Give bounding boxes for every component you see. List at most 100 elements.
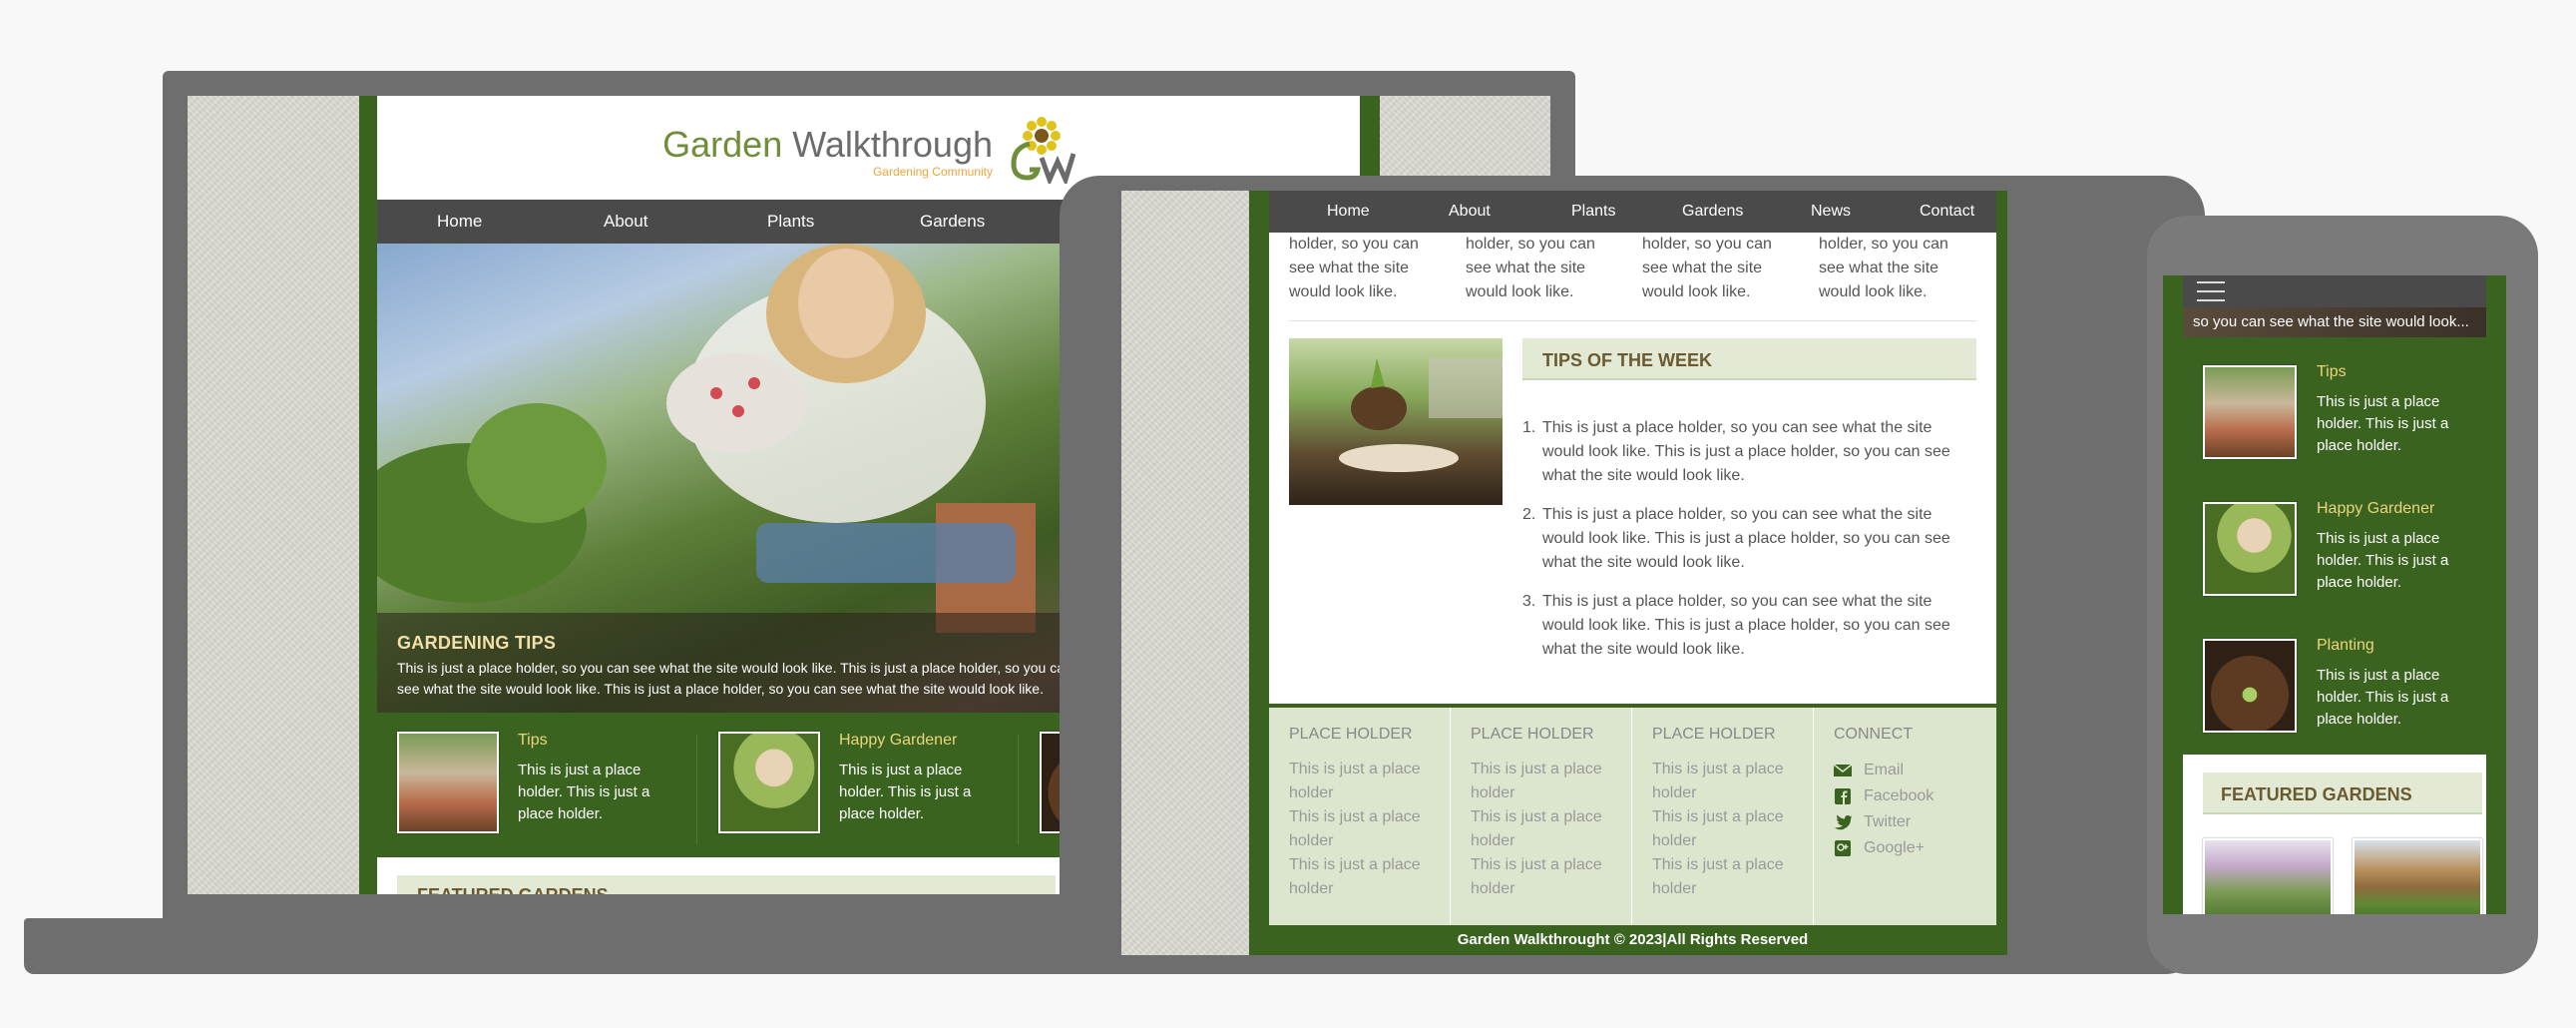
feature-text: This is just a place holder. This is jus…: [2317, 530, 2449, 591]
nav-about[interactable]: About: [604, 212, 647, 232]
featured-gardens-heading-bar: FEATURED GARDENS: [2203, 772, 2482, 814]
footer-heading: PLACE HOLDER: [1471, 726, 1594, 743]
google-plus-icon: [1835, 840, 1851, 856]
featured-gardens-heading-bar: FEATURED GARDENS: [397, 875, 1056, 894]
feature-thumbnail: [2203, 365, 2297, 459]
nav-about[interactable]: About: [1449, 203, 1491, 221]
connect-label: Facebook: [1864, 787, 1934, 804]
tablet-viewport: Home About Plants Gardens News Contact h…: [1121, 191, 2007, 955]
title-word-garden: Garden: [662, 124, 783, 165]
tips-list-item: 3. This is just a place holder, so you c…: [1522, 590, 1976, 662]
tips-list-item: 2. This is just a place holder, so you c…: [1522, 503, 1976, 575]
feature-thumbnail: [2203, 502, 2297, 596]
tips-list-item: 1. This is just a place holder, so you c…: [1522, 416, 1976, 488]
nav-plants[interactable]: Plants: [1571, 203, 1615, 221]
connect-email[interactable]: Email: [1834, 758, 1975, 783]
footer-link[interactable]: This is just a place holder: [1289, 805, 1430, 853]
feature-thumbnail: [2203, 639, 2297, 733]
featured-gardens-heading: FEATURED GARDENS: [417, 885, 609, 894]
featured-gardens-heading: FEATURED GARDENS: [2221, 784, 2412, 804]
nav-gardens[interactable]: Gardens: [1682, 203, 1743, 221]
feature-title[interactable]: Happy Gardener: [2317, 500, 2434, 518]
footer-link[interactable]: This is just a place holder: [1471, 758, 1611, 805]
connect-google-plus[interactable]: Google+: [1834, 835, 1975, 861]
connect-label: Email: [1864, 762, 1905, 778]
tip-text: This is just a place holder, so you can …: [1542, 419, 1950, 484]
column-text: holder, so you can see what the site wou…: [1819, 236, 1948, 300]
tips-of-the-week-heading-bar: TIPS OF THE WEEK: [1522, 338, 1976, 380]
nav-home[interactable]: Home: [1327, 203, 1370, 221]
copyright-text: Garden Walkthrought © 2023|All Rights Re…: [1457, 931, 1809, 948]
tip-text: This is just a place holder, so you can …: [1542, 593, 1950, 658]
tip-number: 2.: [1522, 506, 1536, 523]
connect-label: Google+: [1864, 839, 1925, 856]
hero-caption-strip: so you can see what the site would look.…: [2183, 307, 2486, 337]
feature-title[interactable]: Planting: [2317, 637, 2374, 655]
feature-card-tips[interactable]: Tips This is just a place holder. This i…: [2183, 363, 2486, 483]
connect-facebook[interactable]: Facebook: [1834, 783, 1975, 809]
feature-text: This is just a place holder. This is jus…: [2317, 393, 2449, 454]
site-tagline: Gardening Community: [872, 165, 993, 179]
footer-heading: PLACE HOLDER: [1652, 726, 1776, 743]
footer-column: PLACE HOLDER This is just a place holder…: [1269, 708, 1451, 925]
tablet-nav-bar: Home About Plants Gardens News Contact: [1269, 191, 1996, 233]
feature-card-tips[interactable]: Tips This is just a place holder. This i…: [377, 720, 696, 839]
featured-garden-image[interactable]: [2353, 838, 2482, 914]
site-title[interactable]: Garden Walkthrough: [662, 124, 993, 166]
tips-list: 1. This is just a place holder, so you c…: [1522, 416, 1976, 677]
footer-heading: CONNECT: [1834, 726, 1914, 743]
column-text: holder, so you can see what the site wou…: [1466, 236, 1595, 300]
feature-title[interactable]: Tips: [518, 732, 548, 750]
column-text: holder, so you can see what the site wou…: [1289, 236, 1419, 300]
tablet-content: holder, so you can see what the site wou…: [1269, 233, 1996, 704]
feature-divider: [696, 735, 697, 844]
envelope-icon: [1834, 764, 1852, 776]
nav-plants[interactable]: Plants: [767, 212, 814, 232]
hero-caption-text: This is just a place holder, so you can …: [397, 660, 1073, 697]
footer-link[interactable]: This is just a place holder: [1471, 853, 1611, 901]
phone-viewport: so you can see what the site would look.…: [2163, 275, 2506, 914]
planting-illustration: [1339, 358, 1503, 472]
feature-text: This is just a place holder. This is jus…: [518, 762, 650, 822]
footer-link[interactable]: This is just a place holder: [1652, 758, 1793, 805]
tablet-footer: PLACE HOLDER This is just a place holder…: [1269, 708, 1996, 925]
nav-contact[interactable]: Contact: [1920, 203, 1974, 221]
facebook-icon: [1835, 788, 1851, 804]
connect-twitter[interactable]: Twitter: [1834, 809, 1975, 835]
feature-text: This is just a place holder. This is jus…: [2317, 667, 2449, 728]
nav-gardens[interactable]: Gardens: [920, 212, 985, 232]
tip-number: 1.: [1522, 419, 1536, 436]
feature-text: This is just a place holder. This is jus…: [839, 762, 972, 822]
footer-heading: PLACE HOLDER: [1289, 726, 1413, 743]
hamburger-menu-icon[interactable]: [2197, 281, 2225, 301]
feature-title[interactable]: Tips: [2317, 363, 2347, 381]
nav-home[interactable]: Home: [437, 212, 482, 232]
feature-card-happy-gardener[interactable]: Happy Gardener This is just a place hold…: [2183, 500, 2486, 620]
feature-title[interactable]: Happy Gardener: [839, 732, 957, 750]
feature-card-planting[interactable]: Planting This is just a place holder. Th…: [2183, 637, 2486, 757]
feature-card-happy-gardener[interactable]: Happy Gardener This is just a place hold…: [698, 720, 1018, 839]
footer-column: PLACE HOLDER This is just a place holder…: [1451, 708, 1632, 925]
planting-hands-image: [1289, 338, 1503, 505]
featured-gardens-section: FEATURED GARDENS: [2183, 755, 2486, 914]
feature-thumbnail: [397, 732, 499, 833]
footer-link[interactable]: This is just a place holder: [1652, 805, 1793, 853]
footer-connect-column: CONNECT Email Facebook Twitter Google+: [1814, 708, 1995, 925]
tip-text: This is just a place holder, so you can …: [1542, 506, 1950, 571]
phone-nav-bar: [2183, 275, 2486, 307]
footer-link[interactable]: This is just a place holder: [1289, 853, 1430, 901]
featured-garden-image[interactable]: [2203, 838, 2333, 914]
footer-link[interactable]: This is just a place holder: [1471, 805, 1611, 853]
footer-column: PLACE HOLDER This is just a place holder…: [1632, 708, 1814, 925]
tip-number: 3.: [1522, 593, 1536, 610]
tips-of-the-week-heading: TIPS OF THE WEEK: [1542, 350, 1713, 370]
feature-divider: [1018, 735, 1019, 844]
title-word-walkthrough: Walkthrough: [792, 124, 993, 165]
footer-link[interactable]: This is just a place holder: [1652, 853, 1793, 901]
nav-news[interactable]: News: [1811, 203, 1851, 221]
twitter-icon: [1835, 814, 1852, 830]
sunflower-logo-icon[interactable]: [1006, 114, 1075, 184]
connect-label: Twitter: [1864, 813, 1912, 830]
footer-link[interactable]: This is just a place holder: [1289, 758, 1430, 805]
feature-thumbnail: [718, 732, 820, 833]
